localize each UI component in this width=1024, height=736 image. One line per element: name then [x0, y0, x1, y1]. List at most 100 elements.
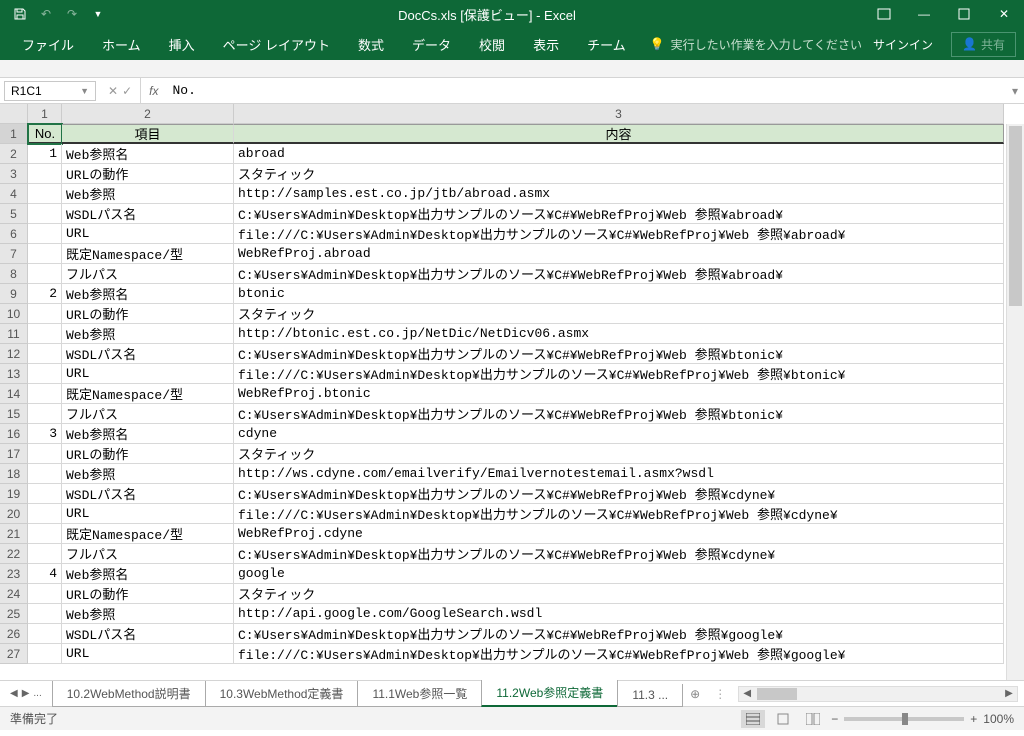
- cell[interactable]: URLの動作: [62, 584, 234, 604]
- scrollbar-thumb[interactable]: [757, 688, 797, 700]
- cell[interactable]: URLの動作: [62, 304, 234, 324]
- name-box[interactable]: R1C1 ▼: [4, 81, 96, 101]
- select-all-corner[interactable]: [0, 104, 28, 124]
- cell[interactable]: スタティック: [234, 164, 1004, 184]
- row-header[interactable]: 22: [0, 544, 28, 564]
- cell[interactable]: [28, 524, 62, 544]
- cell[interactable]: file:///C:¥Users¥Admin¥Desktop¥出力サンプルのソー…: [234, 224, 1004, 244]
- cell[interactable]: [28, 644, 62, 664]
- scrollbar-thumb[interactable]: [1009, 126, 1022, 306]
- cell[interactable]: WSDLパス名: [62, 204, 234, 224]
- cell[interactable]: WebRefProj.btonic: [234, 384, 1004, 404]
- row-header[interactable]: 19: [0, 484, 28, 504]
- cell[interactable]: 既定Namespace/型: [62, 384, 234, 404]
- cell[interactable]: [28, 444, 62, 464]
- scroll-right-icon[interactable]: ▶: [1001, 688, 1017, 699]
- cell[interactable]: フルパス: [62, 544, 234, 564]
- col-header[interactable]: 1: [28, 104, 62, 124]
- cell[interactable]: [28, 264, 62, 284]
- cell[interactable]: [28, 464, 62, 484]
- save-button[interactable]: [8, 2, 32, 26]
- row-header[interactable]: 13: [0, 364, 28, 384]
- cell[interactable]: [28, 344, 62, 364]
- cell[interactable]: [28, 324, 62, 344]
- cell[interactable]: file:///C:¥Users¥Admin¥Desktop¥出力サンプルのソー…: [234, 644, 1004, 664]
- cell[interactable]: Web参照名: [62, 144, 234, 164]
- cell[interactable]: abroad: [234, 144, 1004, 164]
- sheet-tab[interactable]: 10.3WebMethod定義書: [205, 681, 359, 707]
- ribbon-options-button[interactable]: [864, 0, 904, 28]
- sheet-tab[interactable]: 11.2Web参照定義書: [481, 680, 618, 707]
- sheet-tab[interactable]: 11.3 ...: [617, 684, 683, 707]
- cell[interactable]: [28, 504, 62, 524]
- row-header[interactable]: 27: [0, 644, 28, 664]
- cell[interactable]: [28, 184, 62, 204]
- close-button[interactable]: ✕: [984, 0, 1024, 28]
- cell[interactable]: Web参照: [62, 464, 234, 484]
- vertical-scrollbar[interactable]: [1006, 124, 1024, 680]
- row-header[interactable]: 21: [0, 524, 28, 544]
- cell[interactable]: [28, 304, 62, 324]
- cell[interactable]: フルパス: [62, 404, 234, 424]
- cell[interactable]: C:¥Users¥Admin¥Desktop¥出力サンプルのソース¥C#¥Web…: [234, 204, 1004, 224]
- row-header[interactable]: 5: [0, 204, 28, 224]
- view-page-break-button[interactable]: [801, 710, 825, 728]
- cell[interactable]: URL: [62, 644, 234, 664]
- cell[interactable]: http://ws.cdyne.com/emailverify/Emailver…: [234, 464, 1004, 484]
- cell[interactable]: No.: [28, 124, 62, 144]
- col-header[interactable]: 3: [234, 104, 1004, 124]
- cell[interactable]: WSDLパス名: [62, 624, 234, 644]
- cell[interactable]: [28, 164, 62, 184]
- signin-link[interactable]: サインイン: [863, 36, 943, 53]
- horizontal-scrollbar[interactable]: ◀ ▶: [738, 686, 1018, 702]
- cell[interactable]: [28, 544, 62, 564]
- cell[interactable]: WebRefProj.abroad: [234, 244, 1004, 264]
- cell[interactable]: スタティック: [234, 584, 1004, 604]
- cell[interactable]: http://api.google.com/GoogleSearch.wsdl: [234, 604, 1004, 624]
- cell[interactable]: Web参照: [62, 184, 234, 204]
- cell[interactable]: http://samples.est.co.jp/jtb/abroad.asmx: [234, 184, 1004, 204]
- row-header[interactable]: 1: [0, 124, 28, 144]
- row-header[interactable]: 12: [0, 344, 28, 364]
- cell[interactable]: 1: [28, 144, 62, 164]
- row-header[interactable]: 8: [0, 264, 28, 284]
- maximize-button[interactable]: [944, 0, 984, 28]
- cell[interactable]: file:///C:¥Users¥Admin¥Desktop¥出力サンプルのソー…: [234, 364, 1004, 384]
- cell[interactable]: C:¥Users¥Admin¥Desktop¥出力サンプルのソース¥C#¥Web…: [234, 484, 1004, 504]
- cell[interactable]: 3: [28, 424, 62, 444]
- tab-data[interactable]: データ: [398, 28, 465, 60]
- cell[interactable]: [28, 244, 62, 264]
- enter-icon[interactable]: ✓: [122, 84, 132, 98]
- cell[interactable]: [28, 624, 62, 644]
- cell[interactable]: Web参照名: [62, 424, 234, 444]
- tab-page-layout[interactable]: ページ レイアウト: [209, 28, 344, 60]
- row-header[interactable]: 17: [0, 444, 28, 464]
- cell[interactable]: [28, 584, 62, 604]
- cell[interactable]: [28, 224, 62, 244]
- tab-navigation[interactable]: ◀ ▶ ...: [0, 688, 52, 699]
- cell[interactable]: C:¥Users¥Admin¥Desktop¥出力サンプルのソース¥C#¥Web…: [234, 624, 1004, 644]
- row-header[interactable]: 6: [0, 224, 28, 244]
- cell[interactable]: URLの動作: [62, 164, 234, 184]
- tab-review[interactable]: 校閲: [465, 28, 519, 60]
- cell[interactable]: http://btonic.est.co.jp/NetDic/NetDicv06…: [234, 324, 1004, 344]
- cell[interactable]: WSDLパス名: [62, 484, 234, 504]
- cell[interactable]: URL: [62, 504, 234, 524]
- cell[interactable]: C:¥Users¥Admin¥Desktop¥出力サンプルのソース¥C#¥Web…: [234, 344, 1004, 364]
- cell[interactable]: cdyne: [234, 424, 1004, 444]
- sheet-tab[interactable]: 10.2WebMethod説明書: [52, 681, 206, 707]
- cell[interactable]: 4: [28, 564, 62, 584]
- row-header[interactable]: 16: [0, 424, 28, 444]
- chevron-down-icon[interactable]: ▼: [80, 86, 89, 96]
- cell[interactable]: Web参照: [62, 604, 234, 624]
- cell[interactable]: 項目: [62, 124, 234, 144]
- fx-button[interactable]: fx: [141, 84, 166, 98]
- row-header[interactable]: 4: [0, 184, 28, 204]
- tab-home[interactable]: ホーム: [88, 28, 155, 60]
- cell[interactable]: C:¥Users¥Admin¥Desktop¥出力サンプルのソース¥C#¥Web…: [234, 264, 1004, 284]
- cell[interactable]: スタティック: [234, 304, 1004, 324]
- cell[interactable]: [28, 384, 62, 404]
- cell[interactable]: [28, 484, 62, 504]
- row-header[interactable]: 2: [0, 144, 28, 164]
- col-header[interactable]: 2: [62, 104, 234, 124]
